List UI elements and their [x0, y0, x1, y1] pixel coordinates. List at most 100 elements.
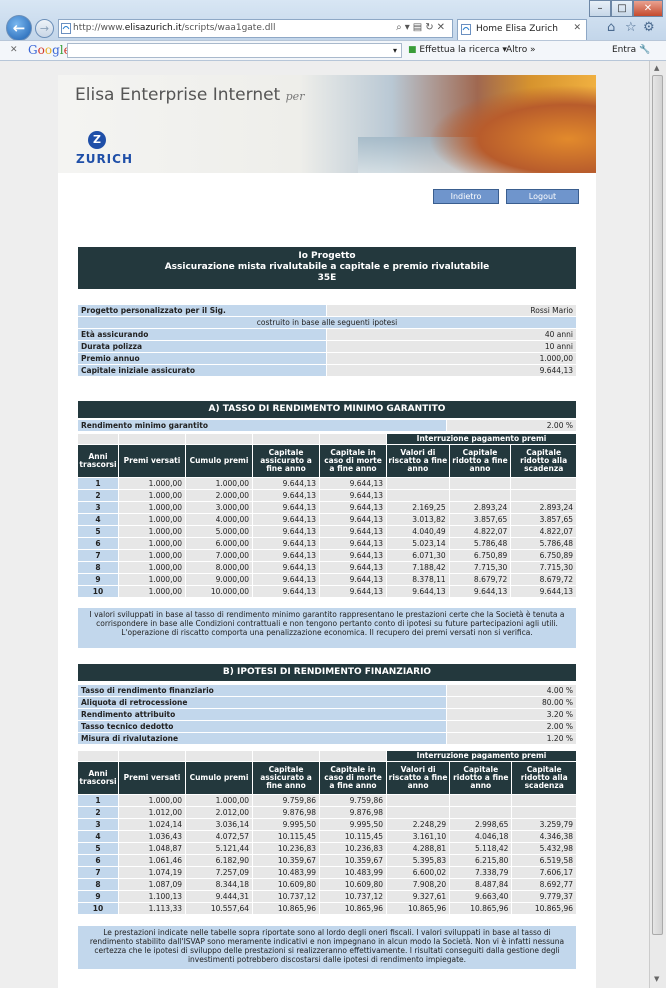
ie-tab-icon: [461, 24, 471, 38]
value-cell: 9.644,13: [253, 526, 319, 537]
maximize-icon[interactable]: □: [611, 0, 633, 17]
param-label: Tasso di rendimento finanziario: [78, 685, 446, 696]
info-value: 10 anni: [327, 341, 576, 352]
value-cell: 1.074,19: [119, 867, 185, 878]
value-cell: 9.644,13: [253, 550, 319, 561]
value-cell: 9.644,13: [320, 586, 386, 597]
forward-arrow-icon[interactable]: →: [35, 19, 54, 38]
zurich-wordmark: ZURICH: [76, 152, 133, 166]
dropdown-arrow-icon[interactable]: ▾: [393, 46, 397, 55]
year-cell: 8: [78, 879, 118, 890]
value-cell: 10.737,12: [320, 891, 386, 902]
google-search-input[interactable]: ▾: [67, 43, 402, 58]
value-cell: 9.644,13: [253, 478, 319, 489]
address-tools-icons[interactable]: ⌕▾▤↻✕: [396, 22, 448, 33]
value-cell: 4.822,07: [511, 526, 576, 537]
value-cell: 9.759,86: [253, 795, 319, 806]
tab-close-icon[interactable]: ✕: [573, 23, 581, 33]
value-cell: 6.215,80: [450, 855, 512, 866]
tab-home-elisa-zurich[interactable]: Home Elisa Zurich ✕: [457, 19, 587, 40]
note-a-line1: I valori sviluppati in base al tasso di …: [89, 610, 565, 628]
table-row: 3 1.024,14 3.036,14 9.995,50 9.995,50 2.248,2…: [78, 819, 576, 830]
param-value: 4.00 %: [447, 685, 576, 696]
value-cell: 10.236,83: [320, 843, 386, 854]
value-cell: 9.644,13: [253, 538, 319, 549]
value-cell: [450, 807, 512, 818]
gear-icon[interactable]: ⚙: [643, 20, 655, 35]
value-cell: 5.000,00: [186, 526, 252, 537]
back-button[interactable]: Indietro: [433, 189, 499, 204]
value-cell: 1.000,00: [119, 586, 185, 597]
value-cell: 1.000,00: [119, 562, 185, 573]
logout-button[interactable]: Logout: [506, 189, 579, 204]
value-cell: 8.679,72: [449, 574, 511, 585]
close-icon[interactable]: ✕: [633, 0, 663, 17]
value-cell: 6.071,30: [387, 550, 449, 561]
value-cell: 1.000,00: [119, 490, 185, 501]
info-label: Età assicurando: [78, 329, 326, 340]
section-b-note: Le prestazioni indicate nelle tabelle so…: [78, 926, 576, 969]
value-cell: 10.865,96: [512, 903, 576, 914]
value-cell: 10.609,80: [253, 879, 319, 890]
header-spacer: [253, 751, 319, 761]
value-cell: 9.876,98: [320, 807, 386, 818]
value-cell: 9.644,13: [253, 586, 319, 597]
column-header: Anni trascorsi: [78, 762, 118, 794]
value-cell: 1.000,00: [119, 502, 185, 513]
minimize-icon[interactable]: –: [589, 0, 611, 17]
value-cell: 1.024,14: [119, 819, 185, 830]
year-cell: 3: [78, 502, 118, 513]
table-row: 7 1.074,19 7.257,09 10.483,99 10.483,99 6.600…: [78, 867, 576, 878]
year-cell: 5: [78, 843, 118, 854]
min-rate-label: Rendimento minimo garantito: [78, 420, 446, 431]
home-icon[interactable]: ⌂: [607, 20, 615, 35]
year-cell: 2: [78, 490, 118, 501]
scroll-down-icon[interactable]: ▼: [654, 975, 659, 983]
value-cell: 9.444,31: [186, 891, 252, 902]
header-spacer: [320, 434, 386, 444]
ie-page-icon: [61, 23, 71, 34]
param-value: 2.00 %: [447, 721, 576, 732]
site-title: Elisa Enterprise Internet per: [75, 85, 305, 105]
interruption-group-header: Interruzione pagamento premi: [387, 751, 576, 761]
value-cell: 1.000,00: [119, 538, 185, 549]
toolbar-close-icon[interactable]: ✕: [10, 45, 18, 55]
year-cell: 4: [78, 514, 118, 525]
value-cell: 5.023,14: [387, 538, 449, 549]
more-button[interactable]: Altro »: [506, 45, 536, 55]
table-row: 3 1.000,00 3.000,00 9.644,13 9.644,13 2.169,2…: [78, 502, 576, 513]
table-row: 9 1.000,00 9.000,00 9.644,13 9.644,13 8.378,1…: [78, 574, 576, 585]
value-cell: [387, 478, 449, 489]
param-value: 80.00 %: [447, 697, 576, 708]
table-row: 7 1.000,00 7.000,00 9.644,13 9.644,13 6.071,3…: [78, 550, 576, 561]
value-cell: 6.182,90: [186, 855, 252, 866]
param-label: Rendimento attribuito: [78, 709, 446, 720]
section-a-title: A) TASSO DI RENDIMENTO MINIMO GARANTITO: [78, 401, 576, 418]
value-cell: 10.865,96: [253, 903, 319, 914]
table-row: 6 1.061,46 6.182,90 10.359,67 10.359,67 5.395…: [78, 855, 576, 866]
scroll-thumb[interactable]: [652, 75, 663, 935]
value-cell: 9.644,13: [320, 538, 386, 549]
min-rate-table: Rendimento minimo garantito 2.00 %: [77, 419, 577, 432]
column-header: Capitale in caso di morte a fine anno: [320, 445, 386, 477]
year-cell: 9: [78, 891, 118, 902]
address-bar[interactable]: http://www.elisazurich.it/scripts/waa1ga…: [58, 19, 453, 38]
favorites-star-icon[interactable]: ☆: [625, 20, 637, 35]
signin-button[interactable]: Entra 🔧: [612, 45, 650, 55]
vertical-scrollbar[interactable]: ▲ ▼: [649, 61, 666, 988]
interruption-group-header: Interruzione pagamento premi: [387, 434, 576, 444]
column-header: Capitale ridotto alla scadenza: [511, 445, 576, 477]
section-a-note: I valori sviluppati in base al tasso di …: [78, 608, 576, 648]
value-cell: 10.865,96: [450, 903, 512, 914]
back-arrow-icon[interactable]: ←: [6, 15, 32, 41]
value-cell: 10.115,45: [320, 831, 386, 842]
value-cell: 10.115,45: [253, 831, 319, 842]
scroll-up-icon[interactable]: ▲: [654, 64, 659, 72]
value-cell: 2.893,24: [511, 502, 576, 513]
value-cell: 9.759,86: [320, 795, 386, 806]
project-subtitle: Assicurazione mista rivalutabile a capit…: [164, 262, 490, 272]
value-cell: [512, 795, 576, 806]
search-button[interactable]: ■ Effettua la ricerca ▾: [408, 45, 507, 55]
year-cell: 1: [78, 795, 118, 806]
info-value: 1.000,00: [327, 353, 576, 364]
